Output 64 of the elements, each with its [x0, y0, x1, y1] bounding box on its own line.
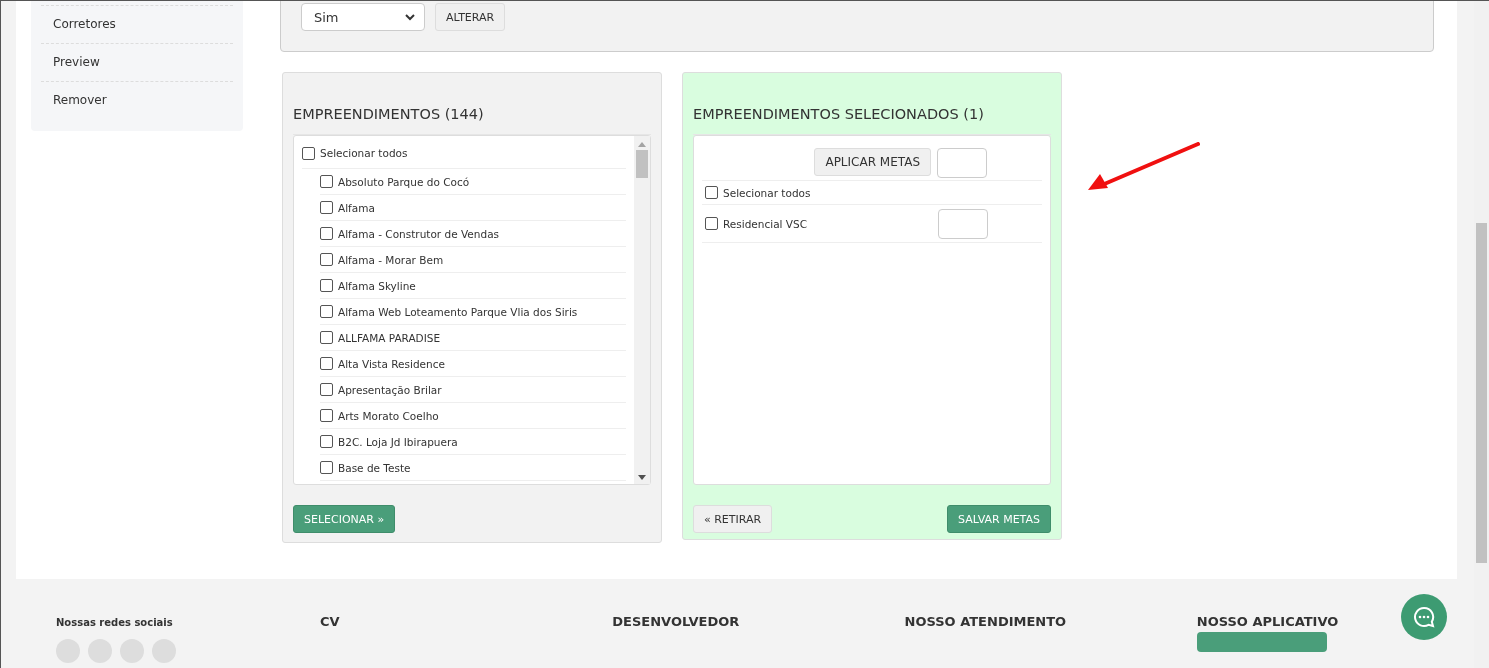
- checkbox[interactable]: [320, 175, 333, 188]
- checkbox[interactable]: [320, 409, 333, 422]
- list-item[interactable]: Base de Teste: [320, 455, 626, 481]
- checkbox[interactable]: [320, 201, 333, 214]
- footer-heading: NOSSO APLICATIVO: [1196, 614, 1339, 631]
- list-item[interactable]: Alfama - Morar Bem: [320, 247, 626, 273]
- checkbox[interactable]: [320, 227, 333, 240]
- list-item[interactable]: Arts Morato Coelho: [320, 403, 626, 429]
- select-dropdown[interactable]: Sim: [301, 3, 425, 31]
- item-label: Alfama Web Loteamento Parque Vlia dos Siris: [338, 305, 578, 318]
- select-all-item[interactable]: Selecionar todos: [702, 181, 1042, 205]
- list-item[interactable]: Alfama Web Loteamento Parque Vlia dos Siris: [320, 299, 626, 325]
- item-label: Base de Teste: [338, 461, 411, 474]
- list-item[interactable]: Alta Vista Residence: [320, 351, 626, 377]
- item-label: Absoluto Parque do Cocó: [338, 175, 470, 188]
- item-label: Alfama Skyline: [338, 279, 416, 292]
- checkbox[interactable]: [705, 217, 718, 230]
- checkbox[interactable]: [320, 383, 333, 396]
- item-label: Apresentação Brilar: [338, 383, 442, 396]
- footer-heading: NOSSO ATENDIMENTO: [904, 614, 1067, 631]
- footer-heading: Nossas redes sociais: [56, 617, 173, 630]
- list-item[interactable]: ALLFAMA PARADISE: [320, 325, 626, 351]
- chat-button[interactable]: [1401, 594, 1447, 640]
- list-item[interactable]: Apresentação Brilar: [320, 377, 626, 403]
- list-item[interactable]: Alfama - Construtor de Vendas: [320, 221, 626, 247]
- checkbox[interactable]: [320, 357, 333, 370]
- chat-bubble-icon: [1413, 606, 1435, 628]
- footer-heading: CV: [320, 614, 340, 631]
- apply-goals-button[interactable]: APLICAR METAS: [814, 148, 931, 176]
- goal-input-field[interactable]: [938, 208, 988, 239]
- select-all-item[interactable]: Selecionar todos: [302, 136, 626, 169]
- list-item[interactable]: Alfama Skyline: [320, 273, 626, 299]
- item-label: Arts Morato Coelho: [338, 409, 439, 422]
- item-label: Alfama - Construtor de Vendas: [338, 227, 500, 240]
- checkbox[interactable]: [320, 253, 333, 266]
- item-label: Selecionar todos: [723, 186, 811, 199]
- list-item[interactable]: Alfama: [320, 195, 626, 221]
- checkbox[interactable]: [302, 146, 315, 160]
- item-label: Alfama - Morar Bem: [338, 253, 444, 266]
- sidebar-item[interactable]: Remover: [41, 82, 233, 119]
- footer-heading: DESENVOLVEDOR: [612, 614, 740, 631]
- item-label: B2C. Loja Jd Ibirapuera: [338, 435, 458, 448]
- scrollbar-thumb[interactable]: [636, 150, 648, 178]
- sidebar-item[interactable]: Preview: [41, 44, 233, 82]
- checkbox[interactable]: [320, 331, 333, 344]
- scroll-down-icon[interactable]: [638, 475, 646, 480]
- goal-input-field[interactable]: [937, 148, 987, 178]
- alter-button[interactable]: ALTERAR: [435, 3, 506, 31]
- remove-button[interactable]: « RETIRAR: [693, 505, 773, 533]
- checkbox[interactable]: [320, 435, 333, 448]
- item-label: Residencial VSC: [723, 217, 808, 230]
- item-label: ALLFAMA PARADISE: [338, 331, 441, 344]
- item-label: Selecionar todos: [320, 147, 408, 159]
- checkbox[interactable]: [320, 279, 333, 292]
- chevron-down-icon: [405, 13, 415, 21]
- item-label: Alfama: [338, 201, 375, 214]
- checkbox[interactable]: [320, 461, 333, 474]
- list-item[interactable]: Residencial VSC: [702, 205, 1042, 243]
- list-item[interactable]: Absoluto Parque do Cocó: [320, 169, 626, 195]
- checkbox[interactable]: [320, 305, 333, 318]
- checkbox[interactable]: [705, 186, 718, 199]
- sidebar-item[interactable]: Corretores: [41, 6, 233, 44]
- list-item[interactable]: B2C. Loja Jd Ibirapuera: [320, 429, 626, 455]
- item-label: Alta Vista Residence: [338, 357, 445, 370]
